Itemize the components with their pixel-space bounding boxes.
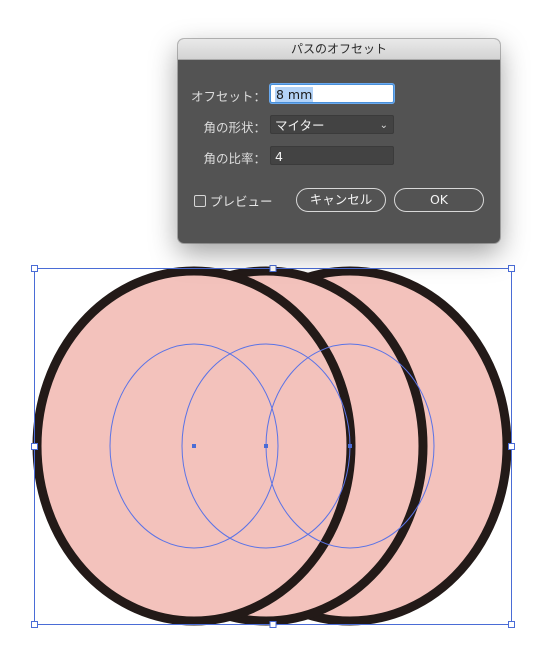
bbox-handle-middle-right[interactable] [508, 443, 515, 450]
joins-label: 角の形状： [203, 120, 266, 135]
offset-label: オフセット： [190, 89, 266, 104]
bbox-handle-bottom-left[interactable] [31, 621, 38, 628]
miter-limit-label: 角の比率： [203, 151, 266, 166]
bbox-handle-bottom-right[interactable] [508, 621, 515, 628]
miter-limit-input[interactable]: 4 [270, 146, 394, 165]
center-point-right [348, 444, 352, 448]
miter-limit-value: 4 [275, 149, 283, 164]
ok-button[interactable]: OK [394, 188, 484, 212]
preview-checkbox[interactable] [194, 195, 206, 207]
cancel-button[interactable]: キャンセル [296, 188, 386, 212]
joins-value: マイター [275, 118, 325, 133]
offset-path-dialog: パスのオフセット オフセット： 8 mm 角の形状： マイター ⌄ 角の比率： … [178, 39, 500, 243]
chevron-down-icon: ⌄ [379, 120, 388, 131]
bbox-handle-top-right[interactable] [508, 265, 515, 272]
joins-select[interactable]: マイター ⌄ [270, 115, 394, 134]
center-point-left [192, 444, 196, 448]
bbox-handle-top-left[interactable] [31, 265, 38, 272]
dialog-title: パスのオフセット [178, 39, 500, 60]
bbox-handle-bottom-center[interactable] [269, 621, 277, 628]
bbox-handle-top-center[interactable] [269, 265, 277, 272]
center-point-middle [264, 444, 268, 448]
bbox-handle-middle-left[interactable] [31, 443, 38, 450]
offset-input[interactable]: 8 mm [270, 84, 394, 103]
offset-value: 8 mm [275, 87, 314, 102]
preview-label[interactable]: プレビュー [210, 191, 273, 210]
